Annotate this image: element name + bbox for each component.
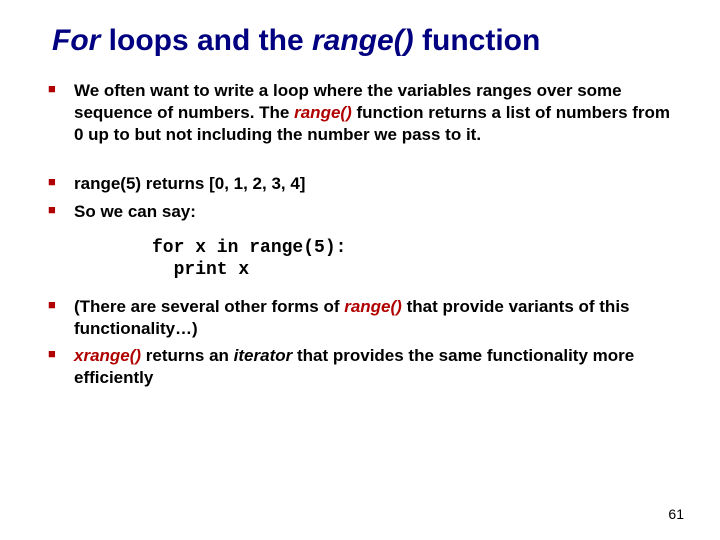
slide-title: For loops and the range() function: [52, 24, 676, 58]
bullet-item-5: xrange() returns an iterator that provid…: [44, 345, 676, 389]
title-for: For: [52, 24, 100, 57]
slide: For loops and the range() function We of…: [0, 0, 720, 540]
code-block: for x in range(5): print x: [152, 237, 676, 282]
bullet-item-1: We often want to write a loop where the …: [44, 80, 676, 145]
bullet1-range: range(): [294, 103, 352, 122]
bullet-list-2: (There are several other forms of range(…: [44, 296, 676, 389]
title-mid: loops and the: [100, 24, 312, 57]
bullet-item-2: range(5) returns [0, 1, 2, 3, 4]: [44, 173, 676, 195]
spacer: [44, 151, 676, 173]
bullet5-iterator: iterator: [234, 346, 293, 365]
bullet4-pre: (There are several other forms of: [74, 297, 344, 316]
bullet-item-4: (There are several other forms of range(…: [44, 296, 676, 340]
bullet5-xrange: xrange(): [74, 346, 141, 365]
bullet2-text: range(5) returns [0, 1, 2, 3, 4]: [74, 174, 305, 193]
title-tail: function: [414, 24, 541, 57]
bullet-list: We often want to write a loop where the …: [44, 80, 676, 223]
page-number: 61: [668, 506, 684, 522]
title-range: range(): [312, 24, 414, 57]
bullet4-range: range(): [344, 297, 402, 316]
bullet3-text: So we can say:: [74, 202, 196, 221]
bullet5-mid: returns an: [141, 346, 234, 365]
bullet-item-3: So we can say:: [44, 201, 676, 223]
